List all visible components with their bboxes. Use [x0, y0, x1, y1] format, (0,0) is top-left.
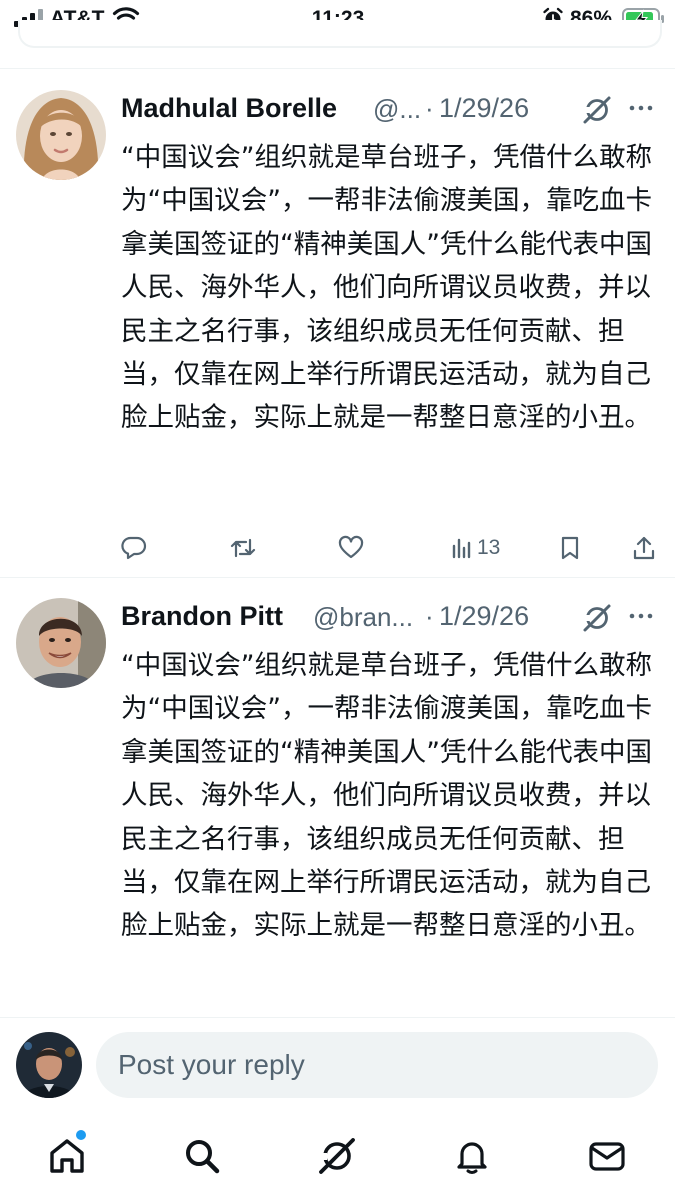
- views-count: 13: [477, 536, 501, 559]
- avatar[interactable]: [16, 90, 106, 180]
- post-date[interactable]: 1/29/26: [439, 601, 529, 632]
- messages-icon[interactable]: [583, 1132, 631, 1180]
- grok-icon[interactable]: [582, 603, 612, 638]
- share-icon[interactable]: [632, 530, 656, 566]
- views-icon: [451, 537, 473, 559]
- home-icon[interactable]: [43, 1132, 91, 1180]
- post-text: “中国议会”组织就是草台班子，凭借什么敢称为“中国议会”，一帮非法偷渡美国，靠吃…: [121, 650, 652, 942]
- reply-icon[interactable]: [121, 530, 147, 566]
- post-header: Madhulal Borelle @... · 1/29/26: [121, 88, 661, 128]
- grok-icon[interactable]: [582, 95, 612, 130]
- post-brandon-pitt[interactable]: Brandon Pitt @bran... · 1/29/26 “中国议会”组织…: [0, 596, 675, 1018]
- bottom-nav: [0, 1114, 675, 1200]
- post-actions: 13: [121, 530, 661, 566]
- divider: [0, 577, 675, 578]
- grok-icon[interactable]: [313, 1132, 361, 1180]
- reply-input[interactable]: [96, 1032, 658, 1098]
- avatar[interactable]: [16, 598, 106, 688]
- previous-tweet-card-edge: [18, 20, 662, 48]
- post-date[interactable]: 1/29/26: [439, 93, 529, 124]
- author-handle[interactable]: @...: [373, 94, 421, 125]
- thread-screen: AT&T 11:23 86% Madhulal Borelle @... · 1…: [0, 0, 675, 1200]
- separator-dot: ·: [425, 93, 434, 123]
- like-icon[interactable]: [338, 530, 364, 566]
- bookmark-icon[interactable]: [558, 530, 582, 566]
- post-madhulal-borelle[interactable]: Madhulal Borelle @... · 1/29/26 “中国议会”组织…: [0, 88, 675, 576]
- reply-bar: [0, 1018, 675, 1114]
- author-name[interactable]: Madhulal Borelle: [121, 93, 337, 124]
- more-options-icon[interactable]: [627, 602, 655, 635]
- author-name[interactable]: Brandon Pitt: [121, 601, 283, 632]
- more-options-icon[interactable]: [627, 94, 655, 127]
- separator-dot: ·: [425, 601, 434, 631]
- current-user-avatar[interactable]: [16, 1032, 82, 1098]
- home-notification-dot: [76, 1130, 86, 1140]
- divider: [0, 68, 675, 69]
- post-header: Brandon Pitt @bran... · 1/29/26: [121, 596, 661, 636]
- author-handle[interactable]: @bran...: [313, 602, 413, 633]
- post-text: “中国议会”组织就是草台班子，凭借什么敢称为“中国议会”，一帮非法偷渡美国，靠吃…: [121, 142, 652, 434]
- notifications-icon[interactable]: [448, 1132, 496, 1180]
- repost-icon[interactable]: [229, 530, 257, 566]
- search-icon[interactable]: [178, 1132, 226, 1180]
- views-button[interactable]: 13: [451, 530, 500, 566]
